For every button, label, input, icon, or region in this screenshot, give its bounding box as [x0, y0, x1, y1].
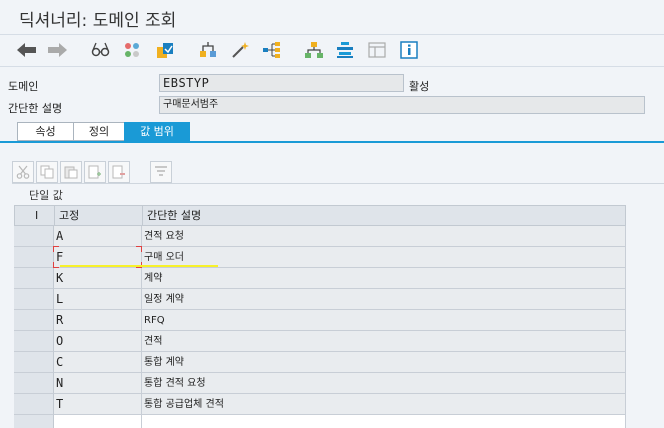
filter-icon[interactable] [150, 161, 172, 183]
section-title: 단일 값 [29, 189, 63, 202]
cut-icon[interactable] [12, 161, 34, 183]
delete-row-icon[interactable] [108, 161, 130, 183]
highlight-annotation [60, 265, 218, 267]
activate-icon[interactable] [154, 39, 176, 61]
focus-corner-mark [53, 262, 59, 268]
fixed-value-cell[interactable]: A [54, 226, 142, 247]
table-row[interactable]: N 통합 견적 요청 [14, 373, 626, 394]
domain-label: 도메인 [8, 80, 39, 93]
row-selector[interactable] [14, 226, 54, 247]
short-desc-label: 간단한 설명 [8, 102, 63, 115]
table-row[interactable]: C 통합 계약 [14, 352, 626, 373]
table-header: I 고정 간단한 설명 [14, 205, 626, 226]
back-arrow-icon[interactable] [16, 39, 38, 61]
description-cell[interactable]: 일정 계약 [142, 289, 626, 310]
layout-icon[interactable] [366, 39, 388, 61]
fixed-value-cell[interactable]: O [54, 331, 142, 352]
header-select: I [15, 206, 55, 225]
focus-corner-mark [136, 246, 142, 252]
status-text: 활성 [409, 80, 430, 93]
app-toolbar [0, 35, 664, 65]
description-cell[interactable]: 계약 [142, 268, 626, 289]
fixed-value-cell[interactable]: K [54, 268, 142, 289]
network-icon[interactable] [303, 39, 325, 61]
row-selector[interactable] [14, 310, 54, 331]
table-row[interactable]: A 견적 요청 [14, 226, 626, 247]
focus-corner-mark [53, 246, 59, 252]
info-icon[interactable] [398, 39, 420, 61]
table-row[interactable]: L 일정 계약 [14, 289, 626, 310]
where-used-icon[interactable] [197, 39, 219, 61]
fixed-value-cell[interactable]: R [54, 310, 142, 331]
row-selector[interactable] [14, 289, 54, 310]
fixed-value-cell[interactable]: T [54, 394, 142, 415]
window-title: 딕셔너리: 도메인 조회 [19, 11, 177, 31]
hierarchy-icon[interactable] [261, 39, 283, 61]
description-cell[interactable]: 견적 요청 [142, 226, 626, 247]
stack-icon[interactable] [334, 39, 356, 61]
forward-arrow-icon[interactable] [46, 39, 68, 61]
fixed-value-cell[interactable]: C [54, 352, 142, 373]
fixed-value-cell[interactable] [54, 415, 142, 428]
table-row[interactable]: T 통합 공급업체 견적 [14, 394, 626, 415]
title-bar: 딕셔너리: 도메인 조회 [0, 0, 664, 34]
row-selector[interactable] [14, 331, 54, 352]
domain-field[interactable]: EBSTYP [159, 74, 404, 92]
row-selector[interactable] [14, 268, 54, 289]
table-row[interactable]: K 계약 [14, 268, 626, 289]
row-selector[interactable] [14, 373, 54, 394]
description-cell[interactable]: 견적 [142, 331, 626, 352]
magic-wand-icon[interactable] [229, 39, 251, 61]
row-selector[interactable] [14, 247, 54, 268]
objects-icon[interactable] [121, 39, 143, 61]
tab-value-range[interactable]: 값 범위 [124, 122, 190, 141]
description-cell[interactable]: 통합 공급업체 견적 [142, 394, 626, 415]
description-cell[interactable]: 통합 견적 요청 [142, 373, 626, 394]
table-row-empty[interactable] [14, 415, 626, 428]
row-selector[interactable] [14, 352, 54, 373]
insert-row-icon[interactable] [84, 161, 106, 183]
paste-icon[interactable] [60, 161, 82, 183]
divider [12, 183, 664, 184]
header-fixed[interactable]: 고정 [55, 206, 143, 225]
copy-icon[interactable] [36, 161, 58, 183]
table-row[interactable]: O 견적 [14, 331, 626, 352]
description-cell[interactable] [142, 415, 626, 428]
fixed-value-cell[interactable]: N [54, 373, 142, 394]
tab-attributes[interactable]: 속성 [17, 122, 74, 141]
header-description[interactable]: 간단한 설명 [143, 206, 625, 225]
description-cell[interactable]: 통합 계약 [142, 352, 626, 373]
short-desc-field[interactable]: 구매문서범주 [159, 96, 645, 114]
glasses-icon[interactable] [90, 39, 112, 61]
fixed-value-cell[interactable]: L [54, 289, 142, 310]
row-selector[interactable] [14, 394, 54, 415]
divider [0, 66, 664, 67]
row-selector[interactable] [14, 415, 54, 428]
tab-definition[interactable]: 정의 [73, 122, 125, 141]
description-cell[interactable]: RFQ [142, 310, 626, 331]
table-row[interactable]: R RFQ [14, 310, 626, 331]
